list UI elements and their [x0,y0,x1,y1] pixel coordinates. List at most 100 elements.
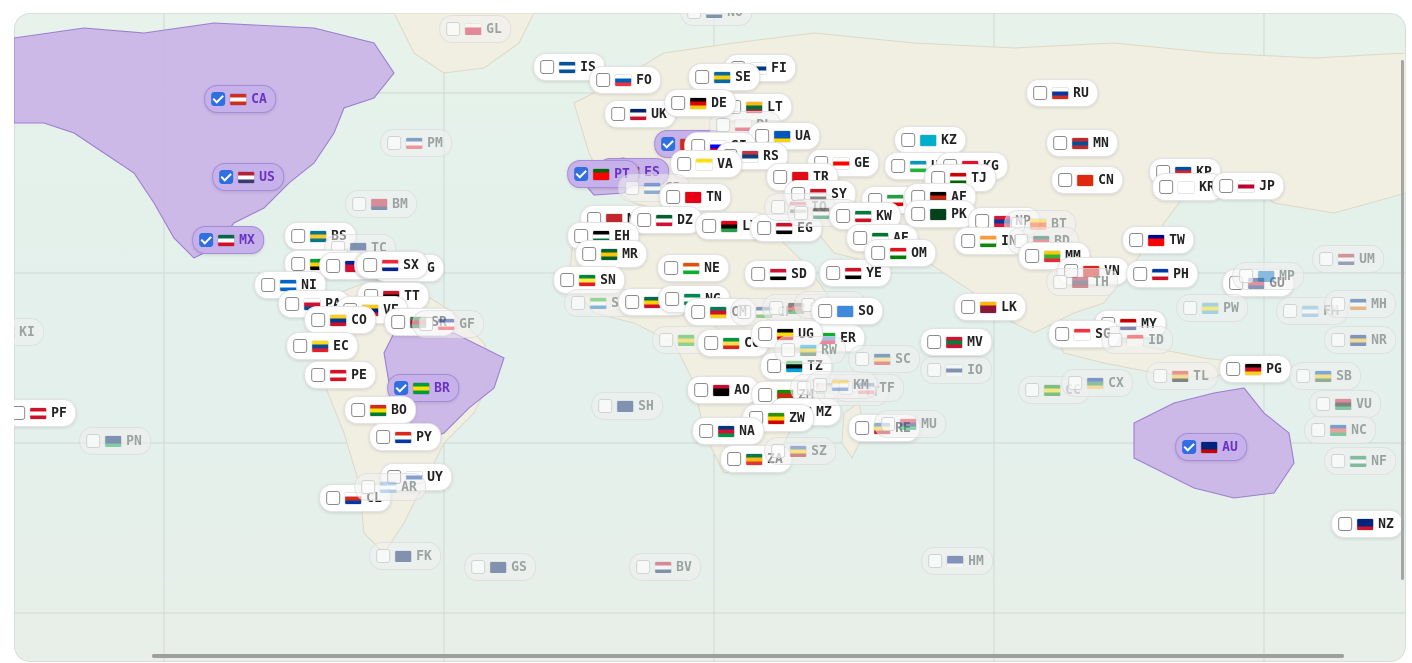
checkbox-unchecked-icon[interactable] [1226,362,1241,376]
checkbox-unchecked-icon[interactable] [687,13,702,19]
checkbox-unchecked-icon[interactable] [1108,333,1123,347]
checkbox-unchecked-icon[interactable] [758,388,773,402]
checkbox-unchecked-icon[interactable] [794,206,809,220]
country-pill-nc[interactable]: NC [1304,416,1376,444]
checkbox-unchecked-icon[interactable] [471,560,486,574]
country-pill-bm[interactable]: BM [345,190,417,218]
country-pill-ki[interactable]: KI [14,318,44,346]
country-pill-sc[interactable]: SC [848,345,920,373]
checkbox-unchecked-icon[interactable] [1068,376,1083,390]
checkbox-unchecked-icon[interactable] [14,406,26,420]
country-pill-nr[interactable]: NR [1324,326,1396,354]
checkbox-unchecked-icon[interactable] [1296,369,1311,383]
country-pill-fo[interactable]: FO [589,66,661,94]
checkbox-unchecked-icon[interactable] [1133,267,1148,281]
checkbox-unchecked-icon[interactable] [1053,136,1068,150]
country-pill-jp[interactable]: JP [1212,172,1284,200]
checkbox-checked-icon[interactable] [394,381,409,395]
checkbox-unchecked-icon[interactable] [540,60,555,74]
checkbox-unchecked-icon[interactable] [694,383,709,397]
checkbox-unchecked-icon[interactable] [781,343,796,357]
checkbox-unchecked-icon[interactable] [664,261,679,275]
checkbox-unchecked-icon[interactable] [716,118,731,132]
checkbox-unchecked-icon[interactable] [326,259,341,273]
country-pill-cn[interactable]: CN [1051,166,1123,194]
checkbox-unchecked-icon[interactable] [727,452,742,466]
country-pill-au[interactable]: AU [1175,433,1247,461]
country-pill-na[interactable]: NA [692,417,764,445]
checkbox-unchecked-icon[interactable] [755,129,770,143]
checkbox-unchecked-icon[interactable] [665,292,680,306]
country-pill-no[interactable]: NO [680,13,752,26]
country-pill-nf[interactable]: NF [1324,447,1396,475]
checkbox-unchecked-icon[interactable] [636,560,651,574]
checkbox-unchecked-icon[interactable] [291,257,306,271]
checkbox-unchecked-icon[interactable] [560,273,575,287]
country-pill-km[interactable]: KM [806,371,878,399]
checkbox-checked-icon[interactable] [199,233,214,247]
country-pill-kz[interactable]: KZ [894,126,966,154]
checkbox-unchecked-icon[interactable] [757,221,772,235]
country-pill-mv[interactable]: MV [920,328,992,356]
checkbox-unchecked-icon[interactable] [1311,423,1326,437]
checkbox-checked-icon[interactable] [661,137,676,151]
checkbox-unchecked-icon[interactable] [769,301,784,315]
checkbox-unchecked-icon[interactable] [1058,173,1073,187]
checkbox-unchecked-icon[interactable] [1033,86,1048,100]
checkbox-unchecked-icon[interactable] [1129,233,1144,247]
checkbox-unchecked-icon[interactable] [881,417,896,431]
country-pill-bo[interactable]: BO [344,396,416,424]
checkbox-unchecked-icon[interactable] [666,190,681,204]
checkbox-unchecked-icon[interactable] [86,434,101,448]
country-pill-th[interactable]: TH [1046,268,1118,296]
checkbox-unchecked-icon[interactable] [691,305,706,319]
country-pill-ca[interactable]: CA [204,85,276,113]
country-pill-se[interactable]: SE [688,63,760,91]
checkbox-unchecked-icon[interactable] [1331,333,1346,347]
checkbox-unchecked-icon[interactable] [901,133,916,147]
checkbox-unchecked-icon[interactable] [818,304,833,318]
country-pill-bv[interactable]: BV [629,553,701,581]
checkbox-unchecked-icon[interactable] [927,363,942,377]
country-pill-py[interactable]: PY [369,423,441,451]
country-pill-de[interactable]: DE [664,89,736,117]
checkbox-checked-icon[interactable] [574,167,589,181]
checkbox-checked-icon[interactable] [219,170,234,184]
country-pill-ru[interactable]: RU [1026,79,1098,107]
country-pill-fk[interactable]: FK [369,542,441,570]
country-pill-gl[interactable]: GL [439,15,511,43]
country-pill-rw[interactable]: RW [774,336,846,364]
country-pill-co[interactable]: CO [304,306,376,334]
checkbox-unchecked-icon[interactable] [699,424,714,438]
checkbox-unchecked-icon[interactable] [291,229,306,243]
checkbox-unchecked-icon[interactable] [363,258,378,272]
country-pill-mp[interactable]: MP [1232,262,1304,290]
checkbox-checked-icon[interactable] [211,92,226,106]
country-pill-io[interactable]: IO [920,356,992,384]
country-pill-sx[interactable]: SX [356,251,428,279]
country-pill-cx[interactable]: CX [1061,369,1133,397]
country-pill-dz[interactable]: DZ [630,206,702,234]
country-pill-pn[interactable]: PN [79,427,151,455]
country-pill-mh[interactable]: MH [1324,290,1396,318]
checkbox-unchecked-icon[interactable] [836,209,851,223]
checkbox-unchecked-icon[interactable] [758,327,773,341]
checkbox-unchecked-icon[interactable] [326,491,341,505]
checkbox-unchecked-icon[interactable] [1338,517,1353,531]
checkbox-unchecked-icon[interactable] [855,352,870,366]
checkbox-unchecked-icon[interactable] [376,549,391,563]
checkbox-unchecked-icon[interactable] [293,339,308,353]
country-pill-pf[interactable]: PF [14,399,76,427]
checkbox-unchecked-icon[interactable] [1025,383,1040,397]
checkbox-unchecked-icon[interactable] [311,313,326,327]
checkbox-unchecked-icon[interactable] [376,430,391,444]
country-pill-so[interactable]: SO [811,297,883,325]
checkbox-unchecked-icon[interactable] [704,336,719,350]
checkbox-unchecked-icon[interactable] [596,73,611,87]
checkbox-unchecked-icon[interactable] [677,157,692,171]
country-pill-um[interactable]: UM [1312,245,1384,273]
country-pill-vu[interactable]: VU [1309,390,1381,418]
checkbox-unchecked-icon[interactable] [285,297,300,311]
country-pill-gs[interactable]: GS [464,553,536,581]
checkbox-unchecked-icon[interactable] [751,267,766,281]
